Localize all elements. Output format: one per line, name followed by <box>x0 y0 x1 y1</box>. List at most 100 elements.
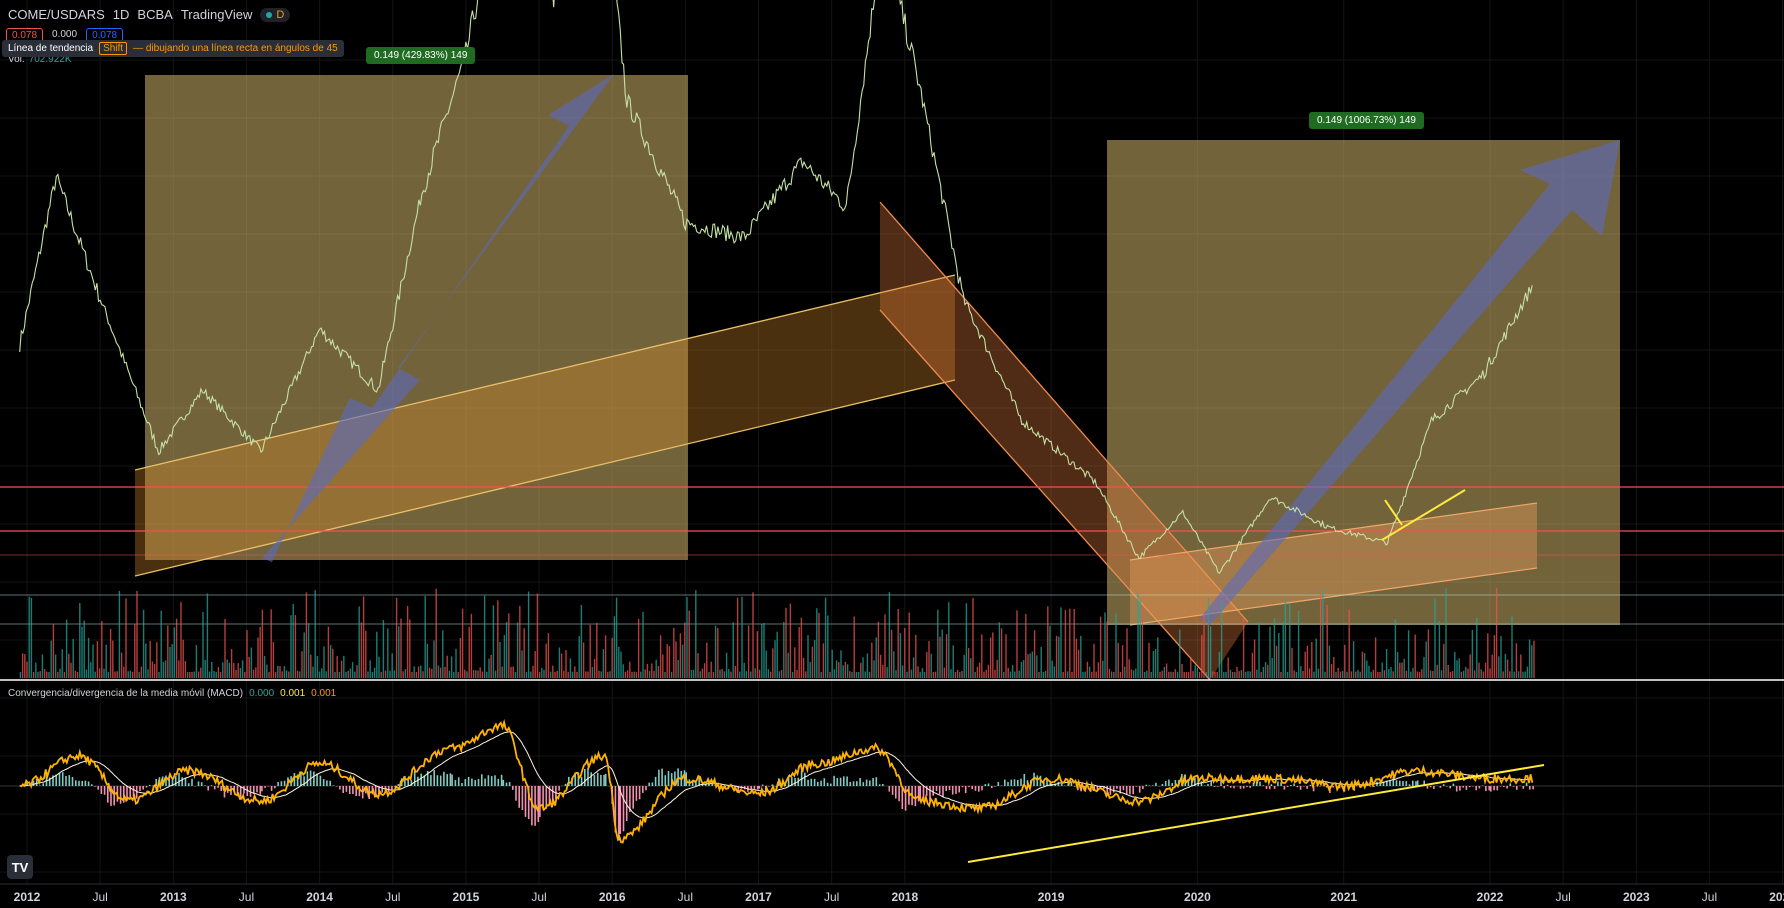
volume-bar <box>736 597 739 678</box>
volume-bar <box>145 643 147 678</box>
volume-bar <box>1500 636 1502 678</box>
macd-title[interactable]: Convergencia/divergencia de la media móv… <box>8 688 243 699</box>
volume-bar <box>1106 621 1108 678</box>
volume-bar <box>1352 641 1355 678</box>
volume-bar <box>1280 671 1282 678</box>
volume-bar <box>200 667 202 678</box>
volume-bar <box>1456 660 1458 678</box>
measure-label-1[interactable]: 0.149 (429.83%) 149 <box>366 47 476 64</box>
macd-hist-bar <box>932 786 934 796</box>
macd-hist-bar <box>1226 784 1229 786</box>
macd-hist-bar <box>207 786 209 791</box>
volume-bar <box>589 624 591 678</box>
volume-bar <box>109 628 112 678</box>
volume-bar <box>351 662 354 678</box>
volume-bar <box>1361 651 1364 678</box>
macd-hist-bar <box>964 786 967 794</box>
volume-bar <box>712 672 715 678</box>
macd-hist-bar <box>71 777 74 786</box>
volume-bar <box>347 670 349 678</box>
volume-bar <box>915 634 917 678</box>
macd-hist-bar <box>332 785 335 786</box>
volume-bar <box>142 609 145 678</box>
volume-bar <box>125 598 127 678</box>
macd-hist-bar <box>413 770 416 786</box>
volume-bar <box>1264 662 1267 678</box>
volume-bar <box>598 670 600 678</box>
macd-hist-bar <box>1273 786 1276 789</box>
volume-bar <box>791 671 794 678</box>
interval[interactable]: 1D <box>113 7 130 22</box>
x-tick-label: 2021 <box>1330 890 1357 904</box>
macd-hist-bar <box>1171 783 1173 786</box>
volume-bar <box>928 641 930 678</box>
volume-bar <box>272 642 275 678</box>
macd-hist-bar <box>810 778 813 786</box>
volume-bar <box>1357 669 1359 678</box>
volume-bar <box>844 661 847 678</box>
price-chart[interactable]: 2012 Jul 2013 Jul 2014 Jul 2015 Jul 2016 Jul 2017 J… <box>0 0 1784 908</box>
volume-bar <box>798 627 800 678</box>
volume-bar <box>1363 653 1366 678</box>
macd-hist-bar <box>477 779 480 786</box>
macd-hist-bar <box>971 786 973 790</box>
volume-bar <box>1207 597 1210 678</box>
volume-bar <box>191 671 193 678</box>
macd-hist-bar <box>243 786 245 794</box>
volume-bar <box>758 669 761 678</box>
volume-bar <box>1493 635 1496 678</box>
volume-bar <box>767 669 770 678</box>
volume-bar <box>156 642 158 678</box>
volume-bar <box>961 671 963 678</box>
volume-bar <box>1069 608 1071 678</box>
volume-bar <box>257 637 259 678</box>
market-status-badge[interactable]: D <box>260 7 291 22</box>
volume-bar <box>499 641 501 678</box>
volume-bar <box>131 671 134 678</box>
measure-label-2[interactable]: 0.149 (1006.73%) 149 <box>1309 112 1424 129</box>
volume-bar <box>30 597 33 678</box>
symbol-name[interactable]: COME/USDARS <box>8 7 105 22</box>
volume-bar <box>930 653 932 678</box>
x-tick-label: 2024 <box>1769 890 1784 904</box>
volume-bar <box>1260 672 1262 678</box>
volume-bar <box>1245 671 1247 678</box>
volume-bar <box>1465 666 1467 678</box>
volume-bar <box>699 671 701 678</box>
macd-hist-bar <box>1161 783 1164 786</box>
volume-bar <box>675 641 677 678</box>
volume-bar <box>690 669 693 678</box>
volume-bar <box>1341 671 1344 678</box>
volume-bar <box>1438 621 1441 678</box>
tradingview-logo[interactable]: TV <box>7 855 33 879</box>
macd-hist-bar <box>1207 783 1209 786</box>
volume-bar <box>556 671 558 678</box>
volume-bar <box>239 668 242 678</box>
macd-hist-bar <box>487 775 490 786</box>
volume-bar <box>541 667 543 678</box>
volume-bar <box>57 671 59 678</box>
macd-hist-bar <box>1213 786 1216 787</box>
macd-hist-bar <box>1509 783 1512 786</box>
macd-hist-bar <box>1488 786 1490 791</box>
volume-bar <box>138 672 140 678</box>
volume-bar <box>266 664 268 678</box>
macd-hist-bar <box>1481 785 1484 786</box>
volume-bar <box>1029 653 1031 678</box>
volume-bar <box>1291 647 1293 678</box>
volume-bar <box>1022 660 1025 678</box>
volume-bar <box>668 646 671 678</box>
volume-bar <box>338 671 341 678</box>
volume-bar <box>1436 664 1438 678</box>
macd-hist-bar <box>958 786 960 793</box>
volume-bar <box>235 669 237 678</box>
volume-bar <box>1196 667 1199 678</box>
volume-bar <box>208 671 211 678</box>
volume-bar <box>343 655 345 678</box>
volume-bar <box>1313 671 1315 678</box>
volume-bar <box>1073 608 1075 678</box>
volume-bar <box>978 662 981 678</box>
volume-bar <box>246 630 248 678</box>
volume-bar <box>807 635 809 678</box>
macd-hist-bar <box>846 776 848 786</box>
